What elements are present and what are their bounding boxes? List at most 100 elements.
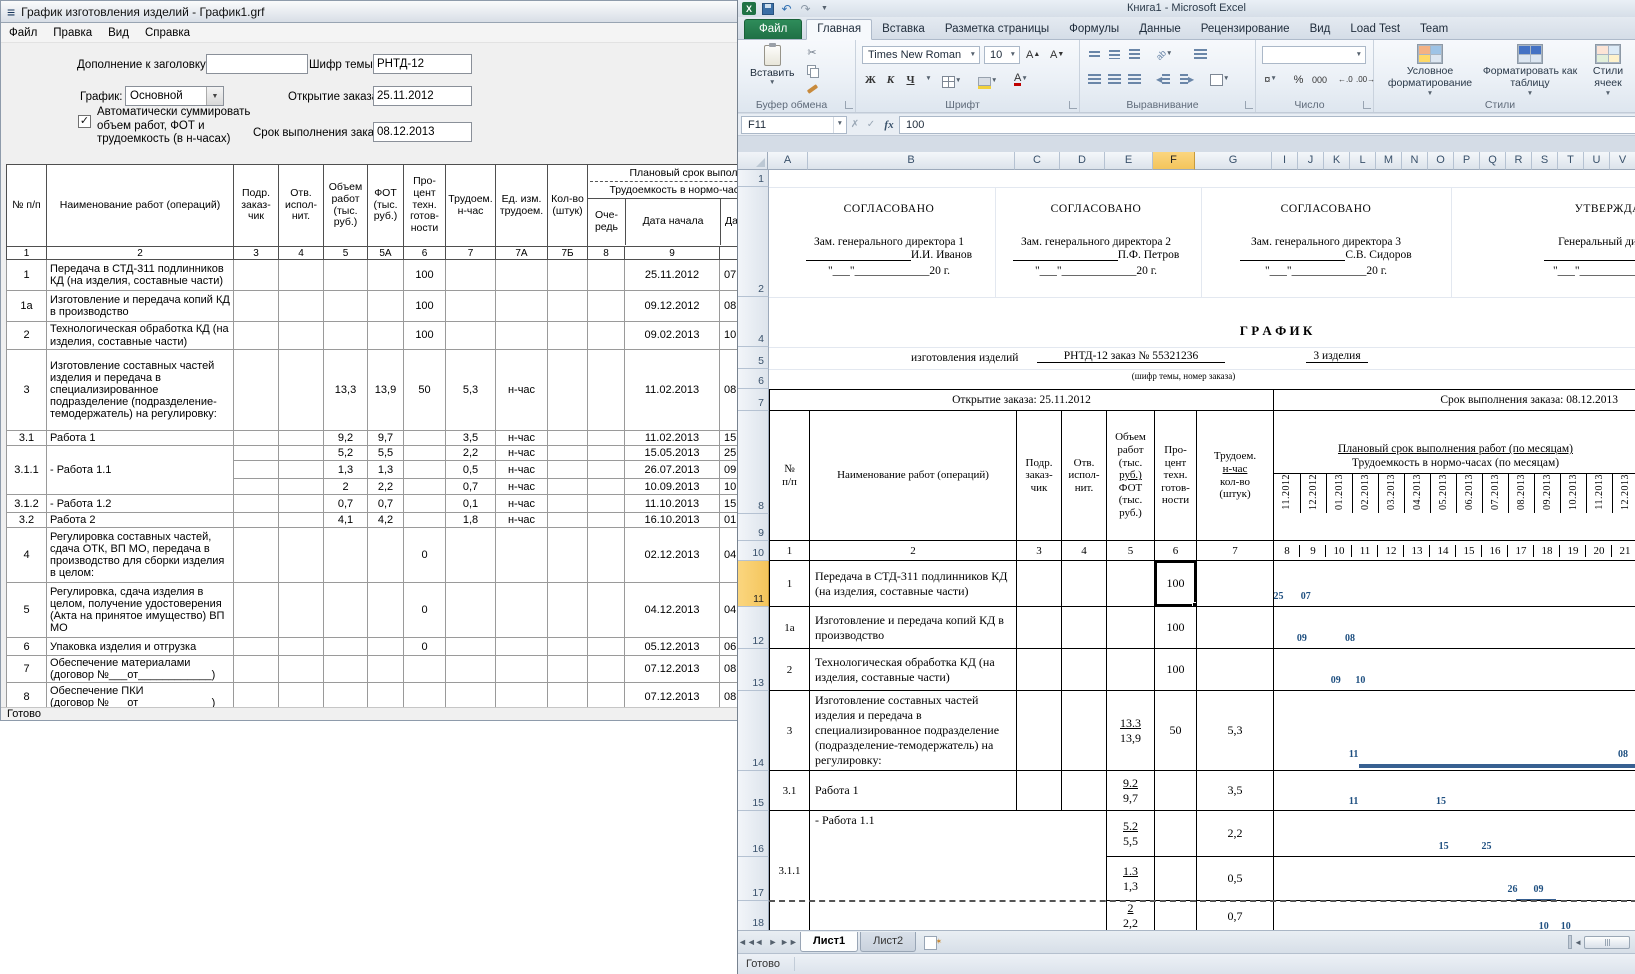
menu-item-вид[interactable]: Вид <box>100 25 137 41</box>
number-format-select[interactable]: ▼ <box>1262 46 1366 64</box>
row-header-15[interactable]: 15 <box>738 771 769 811</box>
sheet-cell[interactable]: 3 <box>770 691 810 771</box>
select-all-corner[interactable] <box>738 152 768 170</box>
conditional-formatting-button[interactable]: Условное форматирование▼ <box>1384 44 1476 98</box>
sheet-tab-лист1[interactable]: Лист1 <box>800 932 858 952</box>
dialog-launcher-icon[interactable] <box>1245 101 1253 109</box>
next-sheet-icon[interactable]: ► <box>766 937 780 947</box>
sheet-content[interactable]: СОГЛАСОВАНОЗам. генерального директора 1… <box>769 170 1635 930</box>
sheet-cell[interactable]: 2 <box>770 649 810 691</box>
column-header-F[interactable]: F <box>1153 152 1195 170</box>
column-header-Q[interactable]: Q <box>1480 152 1506 170</box>
sheet-cell[interactable]: 3.1.1 <box>770 811 810 931</box>
sheet-cell[interactable]: 1 <box>770 561 810 607</box>
sheet-cell[interactable]: 0908 <box>1274 607 1635 649</box>
formula-input[interactable]: 100 <box>899 116 1635 134</box>
comma-style-icon[interactable]: 000 <box>1310 71 1329 88</box>
sheet-cell[interactable] <box>1062 691 1107 771</box>
percent-style-icon[interactable]: % <box>1290 71 1307 88</box>
row-header-11[interactable]: 11 <box>738 561 769 607</box>
wrap-text-icon[interactable] <box>1192 46 1209 63</box>
copy-icon[interactable] <box>804 63 820 78</box>
last-sheet-icon[interactable]: ►► <box>780 937 794 947</box>
autosum-checkbox[interactable]: ✓ <box>78 115 91 128</box>
sheet-cell[interactable]: 2609 <box>1274 857 1635 901</box>
sheet-cell[interactable]: 3,5 <box>1197 771 1274 811</box>
scroll-left-icon[interactable]: ◄ <box>1574 938 1582 947</box>
sheet-cell[interactable]: 13.313,9 <box>1107 691 1155 771</box>
underline-button[interactable]: Ч <box>902 71 919 88</box>
ribbon-tab-разметка-страницы[interactable]: Разметка страницы <box>935 20 1059 39</box>
sheet-cell[interactable]: 100 <box>1155 607 1197 649</box>
prev-sheet-icon[interactable]: ◄ <box>752 937 766 947</box>
sheet-cell[interactable] <box>1017 607 1062 649</box>
cut-icon[interactable]: ✂ <box>804 45 820 60</box>
sheet-cell[interactable] <box>1155 857 1197 901</box>
sheet-cell[interactable] <box>1197 561 1274 607</box>
row-header-18[interactable]: 18 <box>738 901 769 930</box>
sheet-cell[interactable]: 22,2 <box>1107 901 1155 931</box>
align-top-icon[interactable] <box>1086 46 1103 63</box>
sheet-cell[interactable] <box>1017 691 1062 771</box>
align-center-icon[interactable] <box>1106 71 1123 88</box>
column-header-D[interactable]: D <box>1060 152 1105 170</box>
selected-cell[interactable]: 100 <box>1155 561 1197 607</box>
left-title-bar[interactable]: ≡ График изготовления изделий - График1.… <box>1 1 737 23</box>
sheet-cell[interactable]: 0910 <box>1274 649 1635 691</box>
sheet-cell[interactable]: 2507 <box>1274 561 1635 607</box>
insert-function-icon[interactable]: fx <box>879 119 899 131</box>
ribbon-tab-вид[interactable]: Вид <box>1300 20 1341 39</box>
column-header-E[interactable]: E <box>1105 152 1153 170</box>
orientation-icon[interactable]: ab▼ <box>1154 46 1174 63</box>
column-header-C[interactable]: C <box>1015 152 1060 170</box>
italic-button[interactable]: К <box>882 71 899 88</box>
align-left-icon[interactable] <box>1086 71 1103 88</box>
grow-font-button[interactable]: А▲ <box>1024 46 1042 63</box>
font-color-icon[interactable]: А▼ <box>1012 71 1030 88</box>
ribbon-tab-load-test[interactable]: Load Test <box>1340 20 1410 39</box>
align-middle-icon[interactable] <box>1106 46 1123 63</box>
shrink-font-button[interactable]: А▼ <box>1048 46 1066 63</box>
schedule-select[interactable]: Основной ▼ <box>125 86 224 106</box>
sheet-cell[interactable] <box>1062 771 1107 811</box>
row-header-17[interactable]: 17 <box>738 857 769 901</box>
column-header-N[interactable]: N <box>1402 152 1428 170</box>
paste-button[interactable]: Вставить ▼ <box>746 43 799 89</box>
ribbon-tab-team[interactable]: Team <box>1410 20 1458 39</box>
addition-input[interactable] <box>206 54 308 74</box>
row-header-2[interactable]: 2 <box>738 187 769 297</box>
sheet-cell[interactable]: 1а <box>770 607 810 649</box>
sheet-cell[interactable]: 5,3 <box>1197 691 1274 771</box>
column-header-L[interactable]: L <box>1350 152 1376 170</box>
sheet-cell[interactable] <box>1107 561 1155 607</box>
sheet-cell[interactable] <box>1017 649 1062 691</box>
ribbon-tab-формулы[interactable]: Формулы <box>1059 20 1129 39</box>
column-header-U[interactable]: U <box>1584 152 1610 170</box>
cancel-icon[interactable]: ✗ <box>847 119 863 130</box>
chevron-down-icon[interactable]: ▼ <box>206 87 223 105</box>
menu-item-файл[interactable]: Файл <box>1 25 45 41</box>
column-header-P[interactable]: P <box>1454 152 1480 170</box>
sheet-cell[interactable] <box>1107 607 1155 649</box>
sheet-cell[interactable]: Технологическая обработка КД (на изделия… <box>810 649 1017 691</box>
column-header-R[interactable]: R <box>1506 152 1532 170</box>
sheet-cell[interactable]: Передача в СТД-311 подлинников КД (на из… <box>810 561 1017 607</box>
sheet-cell[interactable]: 100 <box>1155 649 1197 691</box>
format-painter-icon[interactable] <box>804 81 820 96</box>
menu-item-справка[interactable]: Справка <box>137 25 198 41</box>
scrollbar-thumb[interactable] <box>1584 936 1630 949</box>
row-header-12[interactable]: 12 <box>738 607 769 649</box>
sheet-cell[interactable]: 1.31,3 <box>1107 857 1155 901</box>
ribbon-tab-данные[interactable]: Данные <box>1129 20 1191 39</box>
sheet-cell[interactable]: 2,2 <box>1197 811 1274 857</box>
row-header-6[interactable]: 6 <box>738 369 769 389</box>
row-header-16[interactable]: 16 <box>738 811 769 857</box>
tab-splitter-icon[interactable] <box>1568 935 1572 949</box>
row-header-9[interactable]: 9 <box>738 514 769 541</box>
column-header-I[interactable]: I <box>1272 152 1298 170</box>
sheet-cell[interactable] <box>1155 901 1197 931</box>
column-header-M[interactable]: M <box>1376 152 1402 170</box>
sheet-cell[interactable]: 1115 <box>1274 771 1635 811</box>
merge-center-icon[interactable]: ▼ <box>1208 71 1231 88</box>
row-header-8[interactable]: 8 <box>738 411 769 514</box>
